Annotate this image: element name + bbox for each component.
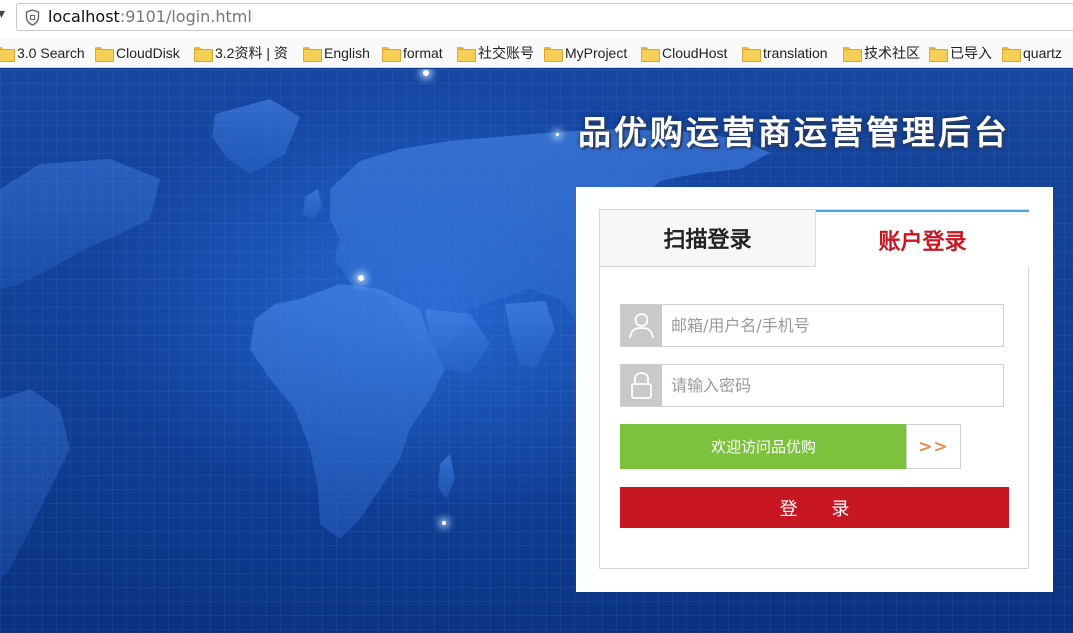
url-field[interactable]: localhost:9101/login.html (16, 3, 1073, 31)
login-form: 扫描登录 账户登录 欢迎访问品优购 >> 登 录 (599, 209, 1029, 569)
folder-icon (0, 46, 15, 62)
address-bar: ▾ localhost:9101/login.html (0, 0, 1073, 38)
bookmark-cloudhost[interactable]: CloudHost (641, 43, 727, 63)
folder-icon (1002, 46, 1021, 62)
folder-icon (843, 46, 862, 62)
password-input[interactable] (662, 365, 1003, 406)
slider-handle[interactable]: >> (906, 424, 961, 469)
folder-icon (457, 46, 476, 62)
bookmark-clouddisk[interactable]: CloudDisk (95, 43, 180, 63)
bookmark-quartz[interactable]: quartz (1002, 43, 1062, 63)
bookmark-label: 技术社区 (864, 45, 920, 61)
bookmark-label: English (324, 45, 370, 61)
bookmark-label: MyProject (565, 45, 628, 61)
url-text: localhost:9101/login.html (48, 7, 252, 26)
login-button[interactable]: 登 录 (620, 487, 1009, 528)
bookmark-myproject[interactable]: MyProject (544, 43, 627, 63)
bookmark-label: format (403, 45, 443, 61)
folder-icon (194, 46, 213, 62)
url-host: localhost (48, 7, 120, 26)
folder-icon (382, 46, 401, 62)
username-field (620, 304, 1004, 347)
password-field (620, 364, 1004, 407)
bookmark-label: 社交账号 (478, 45, 534, 61)
folder-icon (95, 46, 114, 62)
page-title: 品优购运营商运营管理后台 (578, 113, 1010, 152)
bookmark-3-2-docs[interactable]: 3.2资料 | 资 (194, 43, 288, 63)
tab-scan-login[interactable]: 扫描登录 (600, 210, 816, 267)
bookmark-label: CloudDisk (116, 45, 180, 61)
user-icon (621, 305, 662, 346)
bookmark-label: 3.0 Search (17, 45, 85, 61)
folder-icon (641, 46, 660, 62)
lock-icon (621, 365, 662, 406)
bookmark-label: 3.2资料 | 资 (215, 45, 288, 61)
glow-dot (556, 133, 559, 136)
login-panel: 扫描登录 账户登录 欢迎访问品优购 >> 登 录 (576, 187, 1053, 592)
slider-track: 欢迎访问品优购 (620, 424, 907, 469)
bookmark-translation[interactable]: translation (742, 43, 828, 63)
glow-dot (358, 275, 364, 281)
bookmark-english[interactable]: English (303, 43, 370, 63)
bookmark-social-accounts[interactable]: 社交账号 (457, 43, 534, 63)
bookmark-label: 已导入 (950, 45, 992, 61)
glow-dot (442, 521, 446, 525)
bookmark-tech-community[interactable]: 技术社区 (843, 43, 920, 63)
slider-captcha: 欢迎访问品优购 >> (620, 424, 961, 469)
url-path: :9101/login.html (119, 7, 252, 26)
username-input[interactable] (662, 305, 1003, 346)
folder-icon (303, 46, 322, 62)
folder-icon (929, 46, 948, 62)
bookmarks-bar: 3.0 Search CloudDisk 3.2资料 | 资 English f… (0, 38, 1073, 68)
folder-icon (544, 46, 563, 62)
bookmark-label: quartz (1023, 45, 1062, 61)
bookmark-3-0-search[interactable]: 3.0 Search (0, 43, 85, 63)
bookmark-imported[interactable]: 已导入 (929, 43, 992, 63)
bookmark-label: translation (763, 45, 828, 61)
folder-icon (742, 46, 761, 62)
tab-account-login[interactable]: 账户登录 (816, 210, 1029, 267)
bookmark-format[interactable]: format (382, 43, 443, 63)
bookmark-label: CloudHost (662, 45, 728, 61)
glow-dot (423, 70, 429, 76)
shield-icon[interactable] (25, 9, 40, 26)
chevron-down-icon[interactable]: ▾ (0, 6, 5, 22)
